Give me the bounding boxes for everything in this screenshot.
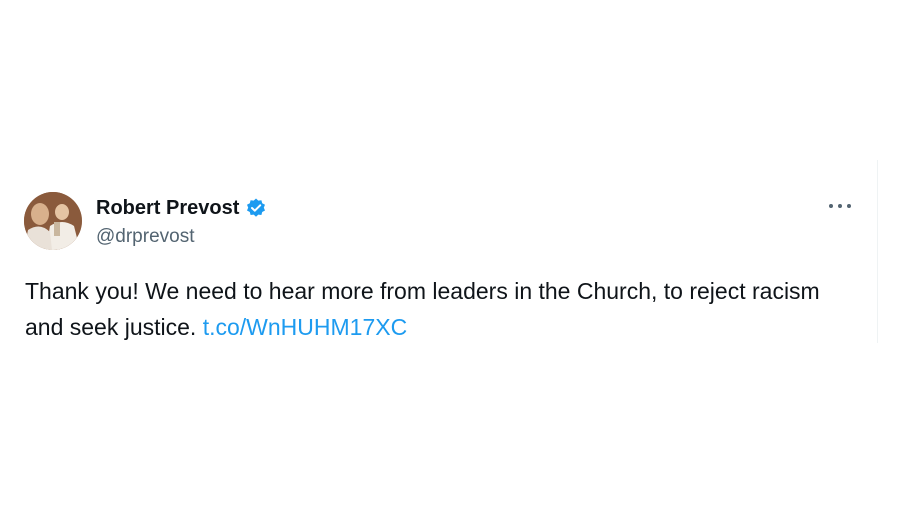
more-horizontal-icon — [829, 204, 833, 208]
avatar[interactable] — [24, 192, 82, 250]
verified-badge-icon — [245, 197, 267, 219]
avatar-photo — [24, 192, 82, 250]
tweet-body: Thank you! We need to hear more from lea… — [25, 278, 820, 340]
tweet-text: Thank you! We need to hear more from lea… — [25, 273, 845, 345]
author-display-name[interactable]: Robert Prevost — [96, 196, 239, 220]
more-horizontal-icon-dot — [847, 204, 851, 208]
more-horizontal-icon-dot — [838, 204, 842, 208]
tweet-link[interactable]: t.co/WnHUHM17XC — [203, 314, 407, 340]
author-name-row: Robert Prevost — [96, 196, 267, 220]
author-handle[interactable]: @drprevost — [96, 226, 195, 248]
tweet-card: Robert Prevost @drprevost Thank you! We … — [0, 160, 878, 343]
more-options-button[interactable] — [826, 196, 854, 216]
